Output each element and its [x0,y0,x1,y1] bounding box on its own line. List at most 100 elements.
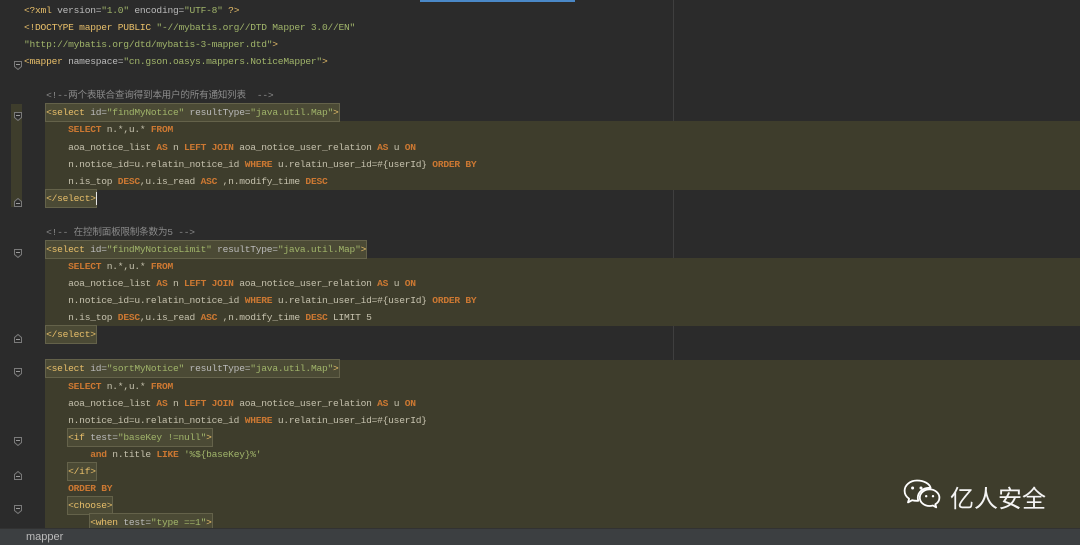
fold-collapse-icon[interactable] [14,57,22,71]
code-line[interactable]: and n.title LIKE '%${baseKey}%' [24,446,261,463]
sql-keyword-token: LIKE [156,448,179,460]
attribute-value-token: "UTF-8" [184,5,223,16]
attribute-value-token: "type ==1" [150,517,207,528]
code-line[interactable]: <!--两个表联合查询得到本用户的所有通知列表 --> [24,87,274,104]
code-line[interactable]: n.notice_id=u.relatin_notice_id WHERE u.… [24,156,477,173]
matched-tag-highlight: <select id="sortMyNotice" resultType="ja… [45,359,340,379]
attribute-value-token: "1.0" [101,5,129,16]
matched-tag-highlight: <select id="findMyNotice" resultType="ja… [45,103,340,123]
matched-tag-highlight: <when test="type ==1"> [89,513,213,528]
sql-keyword-token: ASC [200,175,218,187]
wechat-icon [903,478,941,515]
fold-collapse-icon[interactable] [14,433,22,446]
code-line[interactable]: SELECT n.*,u.* FROM [24,121,173,138]
active-tab-indicator [420,0,575,2]
code-line[interactable]: SELECT n.*,u.* FROM [24,378,173,395]
attribute-name-token: encoding= [128,5,185,16]
sql-keyword-token: LEFT JOIN [184,141,234,153]
code-line[interactable]: n.is_top DESC,u.is_read ASC ,n.modify_ti… [24,309,372,326]
code-line[interactable]: aoa_notice_list AS n LEFT JOIN aoa_notic… [24,275,416,292]
fold-end-icon[interactable] [14,330,22,344]
fold-end-icon[interactable] [14,194,22,207]
code-line[interactable]: n.notice_id=u.relatin_notice_id WHERE u.… [24,292,477,309]
attribute-name-token: test= [84,431,118,443]
code-line[interactable]: <when test="type ==1"> [24,513,213,528]
code-line[interactable]: <!-- 在控制面板限制条数为5 --> [24,224,195,241]
sql-keyword-token: ON [404,397,416,409]
watermark-text: 亿人安全 [950,484,1046,513]
code-text-token: n.is_top [68,312,118,324]
code-text-token: ,u.is_read [139,175,201,187]
code-line[interactable]: <mapper namespace="cn.gson.oasys.mappers… [24,53,328,70]
code-text-token: aoa_notice_list [68,397,157,409]
xml-tag-token: </select> [46,192,96,204]
code-text-token: u [388,278,405,290]
attribute-value-token: "baseKey !=null" [117,431,207,443]
sql-keyword-token: ORDER BY [68,482,113,494]
sql-keyword-token: DESC [305,175,328,187]
code-line[interactable]: <select id="sortMyNotice" resultType="ja… [24,359,340,379]
code-line[interactable]: <if test="baseKey !=null"> [24,427,213,447]
attribute-name-token: id= [84,107,107,119]
attribute-name-token: id= [84,363,107,375]
code-text-token: aoa_notice_list [68,141,157,153]
code-text-token: ,u.is_read [139,312,201,324]
code-line[interactable]: <?xml version="1.0" encoding="UTF-8" ?> [24,2,239,19]
code-line[interactable]: <select id="findMyNoticeLimit" resultTyp… [24,239,368,259]
xml-tag-token: <!DOCTYPE mapper PUBLIC [24,22,151,34]
fold-collapse-icon[interactable] [14,108,22,122]
sql-keyword-token: DESC [305,312,328,324]
sql-keyword-token: AS [377,141,389,153]
code-line[interactable]: n.is_top DESC,u.is_read ASC ,n.modify_ti… [24,173,328,190]
attribute-value-token: "sortMyNotice" [106,363,185,375]
sql-keyword-token: ORDER BY [432,158,477,170]
sql-keyword-token: AS [377,397,389,409]
code-text-token: LIMIT 5 [327,312,372,324]
code-text-token: n.*,u.* [101,124,151,136]
code-text-token: aoa_notice_list [68,278,157,290]
sql-keyword-token: AS [156,141,168,153]
code-line[interactable]: </select> [24,325,97,345]
code-text-token: n.*,u.* [101,261,151,273]
code-editor[interactable]: <?xml version="1.0" encoding="UTF-8" ?> <… [0,0,1080,528]
code-line[interactable]: </if> [24,461,97,481]
xml-tag-token: <?xml [24,5,52,16]
code-text-token: u.relatin_user_id=#{userId} [272,295,433,307]
code-text-token: n.notice_id=u.relatin_notice_id [68,414,245,426]
xml-tag-token: > [206,431,212,443]
xml-tag-token: > [206,517,212,528]
xml-tag-token: <when [90,517,118,528]
code-line[interactable]: SELECT n.*,u.* FROM [24,258,173,275]
code-text-token: ,n.modify_time [217,312,306,324]
xml-tag-token: </select> [46,329,96,341]
attribute-value-token: '%${baseKey}%' [178,448,262,460]
code-line[interactable]: n.notice_id=u.relatin_notice_id WHERE u.… [24,412,427,429]
code-text-token: n [167,278,185,290]
fold-end-icon[interactable] [14,467,22,480]
code-line[interactable]: aoa_notice_list AS n LEFT JOIN aoa_notic… [24,395,416,412]
xml-tag-token: ?> [222,5,240,16]
code-line[interactable]: "http://mybatis.org/dtd/mybatis-3-mapper… [24,36,278,53]
code-line[interactable]: aoa_notice_list AS n LEFT JOIN aoa_notic… [24,139,416,156]
xml-tag-token: <select [46,363,85,375]
code-line[interactable]: <!DOCTYPE mapper PUBLIC "-//mybatis.org/… [24,19,355,36]
fold-collapse-icon[interactable] [14,364,22,378]
sql-keyword-token: LEFT JOIN [184,397,234,409]
matched-tag-highlight: <if test="baseKey !=null"> [67,427,213,447]
code-line[interactable]: </select> [24,188,98,208]
code-line[interactable]: <select id="findMyNotice" resultType="ja… [24,103,340,123]
fold-collapse-icon[interactable] [14,501,22,515]
code-line[interactable]: <choose> [24,496,114,516]
code-text-token: n [167,141,185,153]
attribute-value-token: "http://mybatis.org/dtd/mybatis-3-mapper… [24,39,273,51]
attribute-name-token: resultType= [184,363,251,375]
fold-collapse-icon[interactable] [14,245,22,259]
breadcrumb[interactable]: mapper [26,529,63,545]
code-line[interactable]: ORDER BY [24,480,112,497]
